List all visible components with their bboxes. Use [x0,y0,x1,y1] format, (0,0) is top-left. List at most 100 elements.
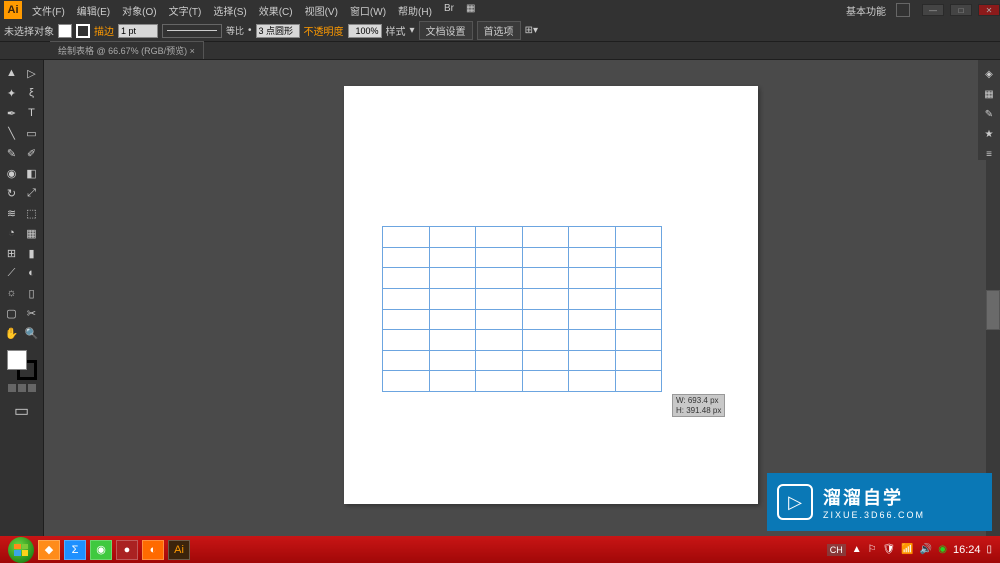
menubar: 文件(F) 编辑(E) 对象(O) 文字(T) 选择(S) 效果(C) 视图(V… [26,0,481,21]
tooltip-height: H: 391.48 px [676,406,721,416]
search-icon[interactable] [896,3,910,17]
opacity-input[interactable] [348,24,382,38]
gradient-tool[interactable]: ▮ [23,244,41,262]
show-desktop[interactable]: ▯ [986,544,992,555]
taskbar-wechat-icon[interactable]: ◉ [90,540,112,560]
stroke-swatch[interactable] [76,24,90,38]
fill-swatch[interactable] [58,24,72,38]
stroke-label: 描边 [94,23,114,38]
prefs-button[interactable]: 首选项 [477,21,521,40]
control-bar: 未选择对象 描边 等比 • 不透明度 样式 ▾ 文档设置 首选项 ⊞▾ [0,20,1000,42]
menu-help[interactable]: 帮助(H) [392,0,438,21]
slice-tool[interactable]: ✂ [23,304,41,322]
document-tabbar: 绘制表格 @ 66.67% (RGB/预览) × [0,42,1000,60]
menu-select[interactable]: 选择(S) [207,0,252,21]
direct-select-tool[interactable]: ▷ [23,64,41,82]
selection-tool[interactable]: ▲ [3,64,21,82]
rectangular-grid-object[interactable] [382,226,662,392]
stroke-style-label: 等比 [226,24,244,37]
titlebar: Ai 文件(F) 编辑(E) 对象(O) 文字(T) 选择(S) 效果(C) 视… [0,0,1000,20]
menu-view[interactable]: 视图(V) [299,0,344,21]
style-label: 样式 [386,23,406,38]
stroke-weight-input[interactable] [118,24,158,38]
taskbar-firefox-icon[interactable]: ◐ [142,540,164,560]
screen-mode-icon[interactable]: ▭ [13,402,31,420]
color-swatches[interactable] [7,350,37,380]
brush-input[interactable] [256,24,300,38]
watermark-play-icon: ▷ [777,484,813,520]
menu-edit[interactable]: 编辑(E) [71,0,116,21]
line-tool[interactable]: ╲ [3,124,21,142]
paintbrush-tool[interactable]: ✎ [3,144,21,162]
tool-panel: ▲▷ ✦ξ ✒T ╲▭ ✎✐ ◉◧ ↻⤢ ≋⬚ ◔▦ ⊞▮ ⟋◐ ☼▯ ▢✂ ✋… [0,60,44,540]
tray-shield-icon[interactable]: 🛡 [883,544,896,555]
menu-grid-icon[interactable]: ▦ [460,0,481,21]
align-icon[interactable]: ⊞▾ [525,25,538,36]
mesh-tool[interactable]: ⊞ [3,244,21,262]
selection-status: 未选择对象 [4,23,54,38]
doc-setup-button[interactable]: 文档设置 [419,21,473,40]
taskbar-illustrator-icon[interactable]: Ai [168,540,190,560]
scale-tool[interactable]: ⤢ [23,184,41,202]
windows-taskbar: ◆ Σ ◉ ● ◐ Ai CH ▲ ⚐ 🛡 📶 🔊 ◉ 16:24 ▯ [0,536,1000,563]
window-minimize[interactable]: — [922,4,944,16]
lasso-tool[interactable]: ξ [23,84,41,102]
free-transform-tool[interactable]: ⬚ [23,204,41,222]
canvas-area[interactable]: W: 693.4 px H: 391.48 px ◈ ▦ ✎ ★ ≡ [44,60,1000,540]
window-maximize[interactable]: □ [950,4,972,16]
tooltip-width: W: 693.4 px [676,396,721,406]
workspace-menu[interactable]: 基本功能 [840,1,892,20]
type-tool[interactable]: T [23,104,41,122]
tray-network-icon[interactable]: 📶 [901,544,913,555]
tray-flag-icon[interactable]: ⚐ [868,544,877,555]
stroke-preview[interactable] [162,24,222,38]
panel-stroke-icon[interactable]: ≡ [982,148,996,160]
blend-tool[interactable]: ◐ [23,264,41,282]
pencil-tool[interactable]: ✐ [23,144,41,162]
shape-builder-tool[interactable]: ◔ [3,224,21,242]
taskbar-clock[interactable]: 16:24 [953,544,981,556]
pen-tool[interactable]: ✒ [3,104,21,122]
panel-swatches-icon[interactable]: ▦ [982,88,996,100]
eyedropper-tool[interactable]: ⟋ [3,264,21,282]
draw-mode-icons[interactable] [8,384,36,392]
hand-tool[interactable]: ✋ [3,324,21,342]
watermark-url: ZIXUE.3D66.COM [823,510,925,520]
document-tab[interactable]: 绘制表格 @ 66.67% (RGB/预览) × [50,41,204,59]
blob-brush-tool[interactable]: ◉ [3,164,21,182]
panel-color-icon[interactable]: ◈ [982,68,996,80]
taskbar-app1-icon[interactable]: ◆ [38,540,60,560]
eraser-tool[interactable]: ◧ [23,164,41,182]
rectangle-tool[interactable]: ▭ [23,124,41,142]
perspective-tool[interactable]: ▦ [23,224,41,242]
start-button[interactable] [8,537,34,563]
taskbar-app2-icon[interactable]: Σ [64,540,86,560]
menu-bridge-icon[interactable]: Br [438,0,460,21]
magic-wand-tool[interactable]: ✦ [3,84,21,102]
ime-indicator[interactable]: CH [827,544,846,556]
menu-effect[interactable]: 效果(C) [253,0,299,21]
tray-volume-icon[interactable]: 🔊 [920,544,932,555]
main-area: ▲▷ ✦ξ ✒T ╲▭ ✎✐ ◉◧ ↻⤢ ≋⬚ ◔▦ ⊞▮ ⟋◐ ☼▯ ▢✂ ✋… [0,60,1000,540]
artboard-tool[interactable]: ▢ [3,304,21,322]
symbol-sprayer-tool[interactable]: ☼ [3,284,21,302]
taskbar-app4-icon[interactable]: ● [116,540,138,560]
menu-window[interactable]: 窗口(W) [344,0,392,21]
app-logo: Ai [4,1,22,19]
menu-object[interactable]: 对象(O) [116,0,162,21]
panel-symbols-icon[interactable]: ★ [982,128,996,140]
opacity-label: 不透明度 [304,23,344,38]
panel-brushes-icon[interactable]: ✎ [982,108,996,120]
graph-tool[interactable]: ▯ [23,284,41,302]
zoom-tool[interactable]: 🔍 [23,324,41,342]
window-close[interactable]: ✕ [978,4,1000,16]
rotate-tool[interactable]: ↻ [3,184,21,202]
fill-color[interactable] [7,350,27,370]
width-tool[interactable]: ≋ [3,204,21,222]
menu-type[interactable]: 文字(T) [163,0,208,21]
tray-q-icon[interactable]: ◉ [938,544,947,555]
menu-file[interactable]: 文件(F) [26,0,71,21]
watermark-title: 溜溜自学 [823,484,925,510]
scroll-thumb-vertical[interactable] [986,290,1000,330]
tray-up-icon[interactable]: ▲ [852,544,862,555]
